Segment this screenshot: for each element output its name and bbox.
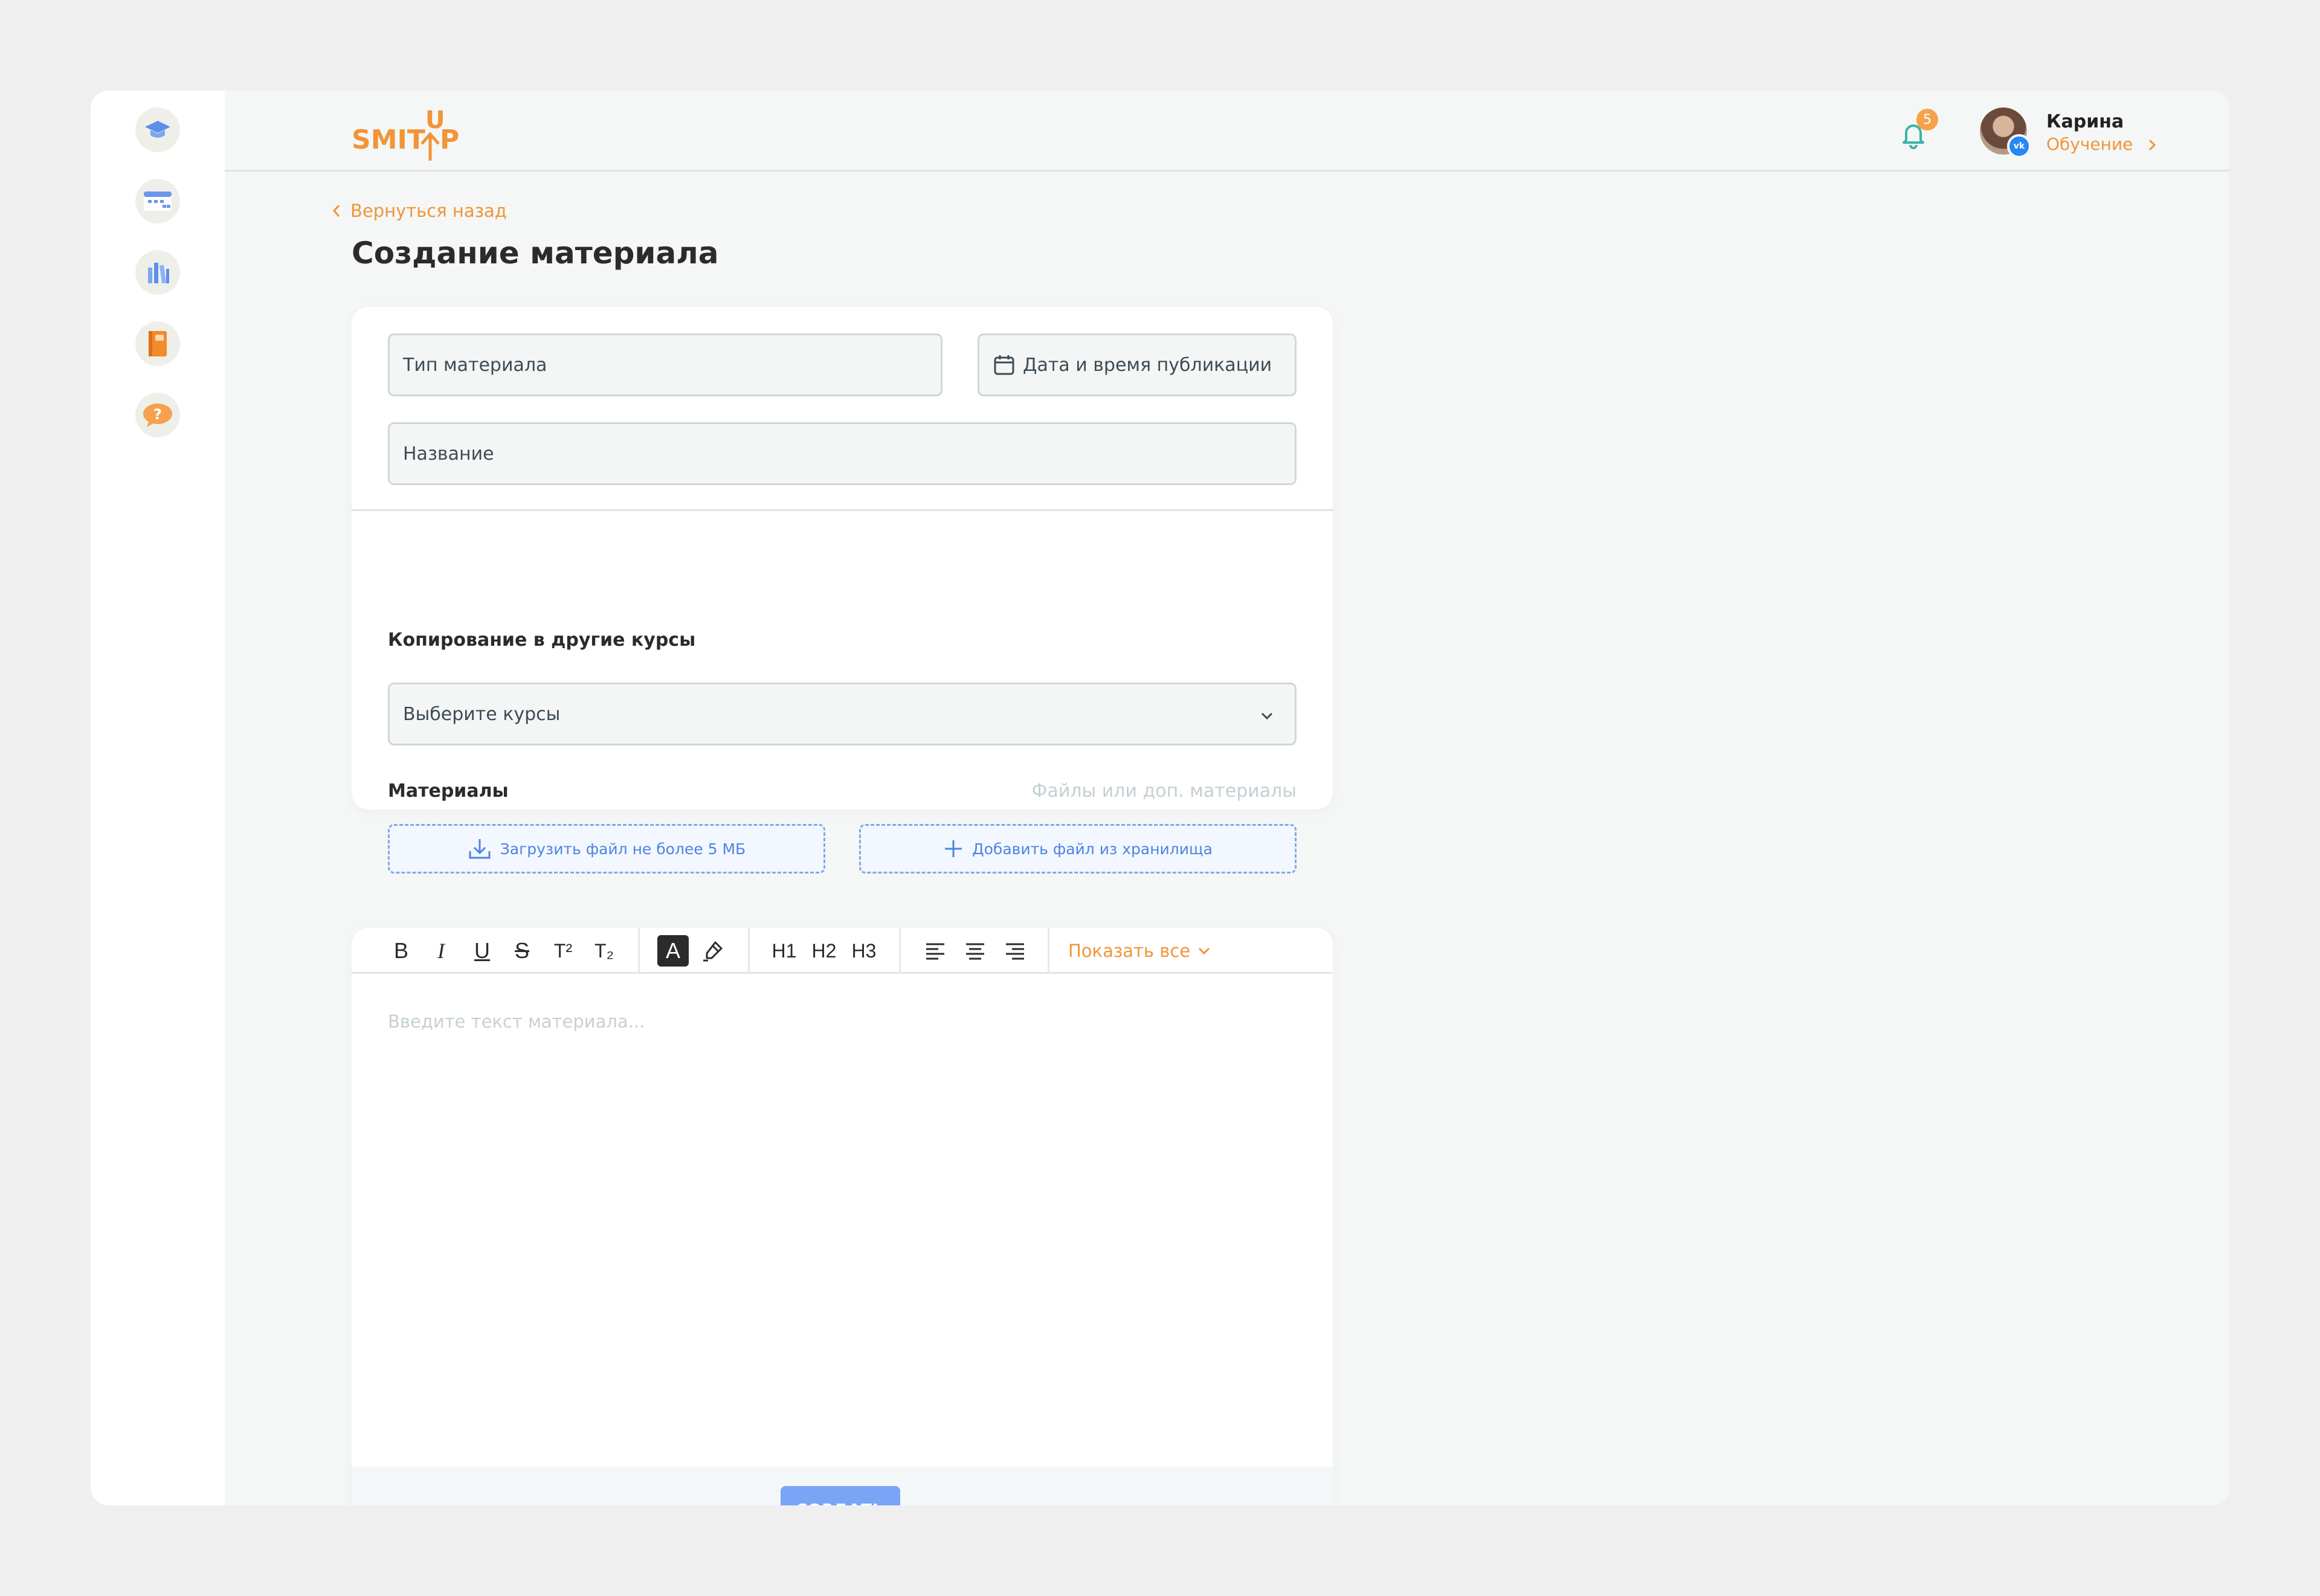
smitup-logo[interactable]: SMIT U P xyxy=(352,103,460,163)
italic-button[interactable]: I xyxy=(425,935,457,967)
h3-label: H3 xyxy=(851,939,877,962)
app-window: ? SMIT U P 5 vk Карина Обучение Вернутьс… xyxy=(91,91,2229,1505)
calendar-schedule-icon[interactable] xyxy=(135,179,180,224)
page-title: Создание материала xyxy=(352,236,719,271)
courses-select[interactable]: Выберите курсы xyxy=(388,683,1297,745)
chevron-left-icon xyxy=(332,205,340,217)
superscript-button[interactable]: T² xyxy=(546,935,580,967)
subscript-button[interactable]: T₂ xyxy=(587,935,621,967)
italic-label: I xyxy=(437,939,445,963)
top-bar: SMIT U P 5 vk Карина Обучение xyxy=(225,91,2229,172)
bold-label: B xyxy=(393,938,408,963)
plus-icon xyxy=(945,840,962,857)
underline-button[interactable]: U xyxy=(466,935,498,967)
highlighter-icon xyxy=(703,941,723,962)
toolbar-separator xyxy=(1048,928,1049,974)
vk-icon: vk xyxy=(2007,134,2031,158)
create-button[interactable]: СОЗДАТЬ xyxy=(781,1486,900,1505)
subscript-label: T₂ xyxy=(594,939,614,962)
editor-footer: СОЗДАТЬ xyxy=(352,1467,1333,1505)
help-question-icon[interactable]: ? xyxy=(135,393,180,437)
back-link[interactable]: Вернуться назад xyxy=(332,201,507,221)
copy-section-label: Копирование в другие курсы xyxy=(388,629,696,651)
material-type-field[interactable]: Тип материала xyxy=(388,333,942,396)
svg-text:?: ? xyxy=(153,406,162,423)
sidebar: ? xyxy=(91,91,225,1505)
heading-3-button[interactable]: H3 xyxy=(847,935,881,967)
svg-text:P: P xyxy=(440,124,459,155)
chevron-right-icon xyxy=(2149,139,2156,151)
toolbar-separator xyxy=(638,928,640,974)
svg-text:SMIT: SMIT xyxy=(352,124,425,155)
download-icon xyxy=(469,839,491,859)
show-all-toggle[interactable]: Показать все xyxy=(1068,935,1213,967)
notebook-icon[interactable] xyxy=(135,321,180,366)
show-all-label: Показать все xyxy=(1068,941,1191,961)
align-left-button[interactable] xyxy=(920,935,951,967)
materials-hint: Файлы или доп. материалы xyxy=(1031,780,1297,802)
courses-select-placeholder: Выберите курсы xyxy=(403,703,561,725)
align-right-button[interactable] xyxy=(999,935,1031,967)
strike-label: S xyxy=(514,938,529,963)
heading-1-button[interactable]: H1 xyxy=(767,935,801,967)
chevron-down-icon xyxy=(1199,947,1210,955)
chevron-down-icon xyxy=(1261,712,1273,720)
h2-label: H2 xyxy=(811,939,837,962)
material-name-field[interactable]: Название xyxy=(388,422,1297,485)
publish-date-field[interactable]: Дата и время публикации xyxy=(978,333,1297,396)
add-from-storage-label: Добавить файл из хранилища xyxy=(972,840,1213,858)
material-type-placeholder: Тип материала xyxy=(403,354,547,376)
superscript-label: T² xyxy=(553,939,573,962)
back-link-label: Вернуться назад xyxy=(350,201,507,221)
upload-file-button[interactable]: Загрузить файл не более 5 МБ xyxy=(388,824,825,874)
toolbar-separator xyxy=(899,928,901,974)
text-color-button[interactable]: A xyxy=(657,935,689,967)
publish-date-placeholder: Дата и время публикации xyxy=(1023,354,1272,376)
align-left-icon xyxy=(926,943,944,960)
editor-card: B I U S T² T₂ A H1 H2 H3 Показать все Вв… xyxy=(352,928,1333,1505)
underline-label: U xyxy=(474,938,490,963)
align-center-button[interactable] xyxy=(959,935,991,967)
h1-label: H1 xyxy=(772,939,797,962)
editor-text-area[interactable]: Введите текст материала... xyxy=(388,1011,645,1032)
highlight-button[interactable] xyxy=(697,935,729,967)
form-divider xyxy=(352,509,1333,511)
library-books-icon[interactable] xyxy=(135,250,180,295)
user-role-label: Обучение xyxy=(2046,134,2133,154)
notification-count-badge: 5 xyxy=(1916,109,1938,130)
calendar-icon xyxy=(994,355,1014,375)
user-name[interactable]: Карина xyxy=(2046,111,2124,132)
strikethrough-button[interactable]: S xyxy=(506,935,538,967)
graduation-cap-icon[interactable] xyxy=(135,108,180,152)
text-color-label: A xyxy=(665,938,680,963)
editor-toolbar: B I U S T² T₂ A H1 H2 H3 Показать все xyxy=(352,928,1333,974)
bold-button[interactable]: B xyxy=(385,935,417,967)
materials-label: Материалы xyxy=(388,780,509,802)
toolbar-separator xyxy=(748,928,750,974)
material-name-placeholder: Название xyxy=(403,443,494,465)
user-role-link[interactable]: Обучение xyxy=(2046,134,2157,154)
heading-2-button[interactable]: H2 xyxy=(807,935,841,967)
material-form-card: Тип материала Дата и время публикации На… xyxy=(352,307,1333,874)
upload-file-label: Загрузить файл не более 5 МБ xyxy=(500,840,746,858)
align-center-icon xyxy=(966,943,984,960)
add-from-storage-button[interactable]: Добавить файл из хранилища xyxy=(859,824,1297,874)
align-right-icon xyxy=(1006,943,1024,960)
